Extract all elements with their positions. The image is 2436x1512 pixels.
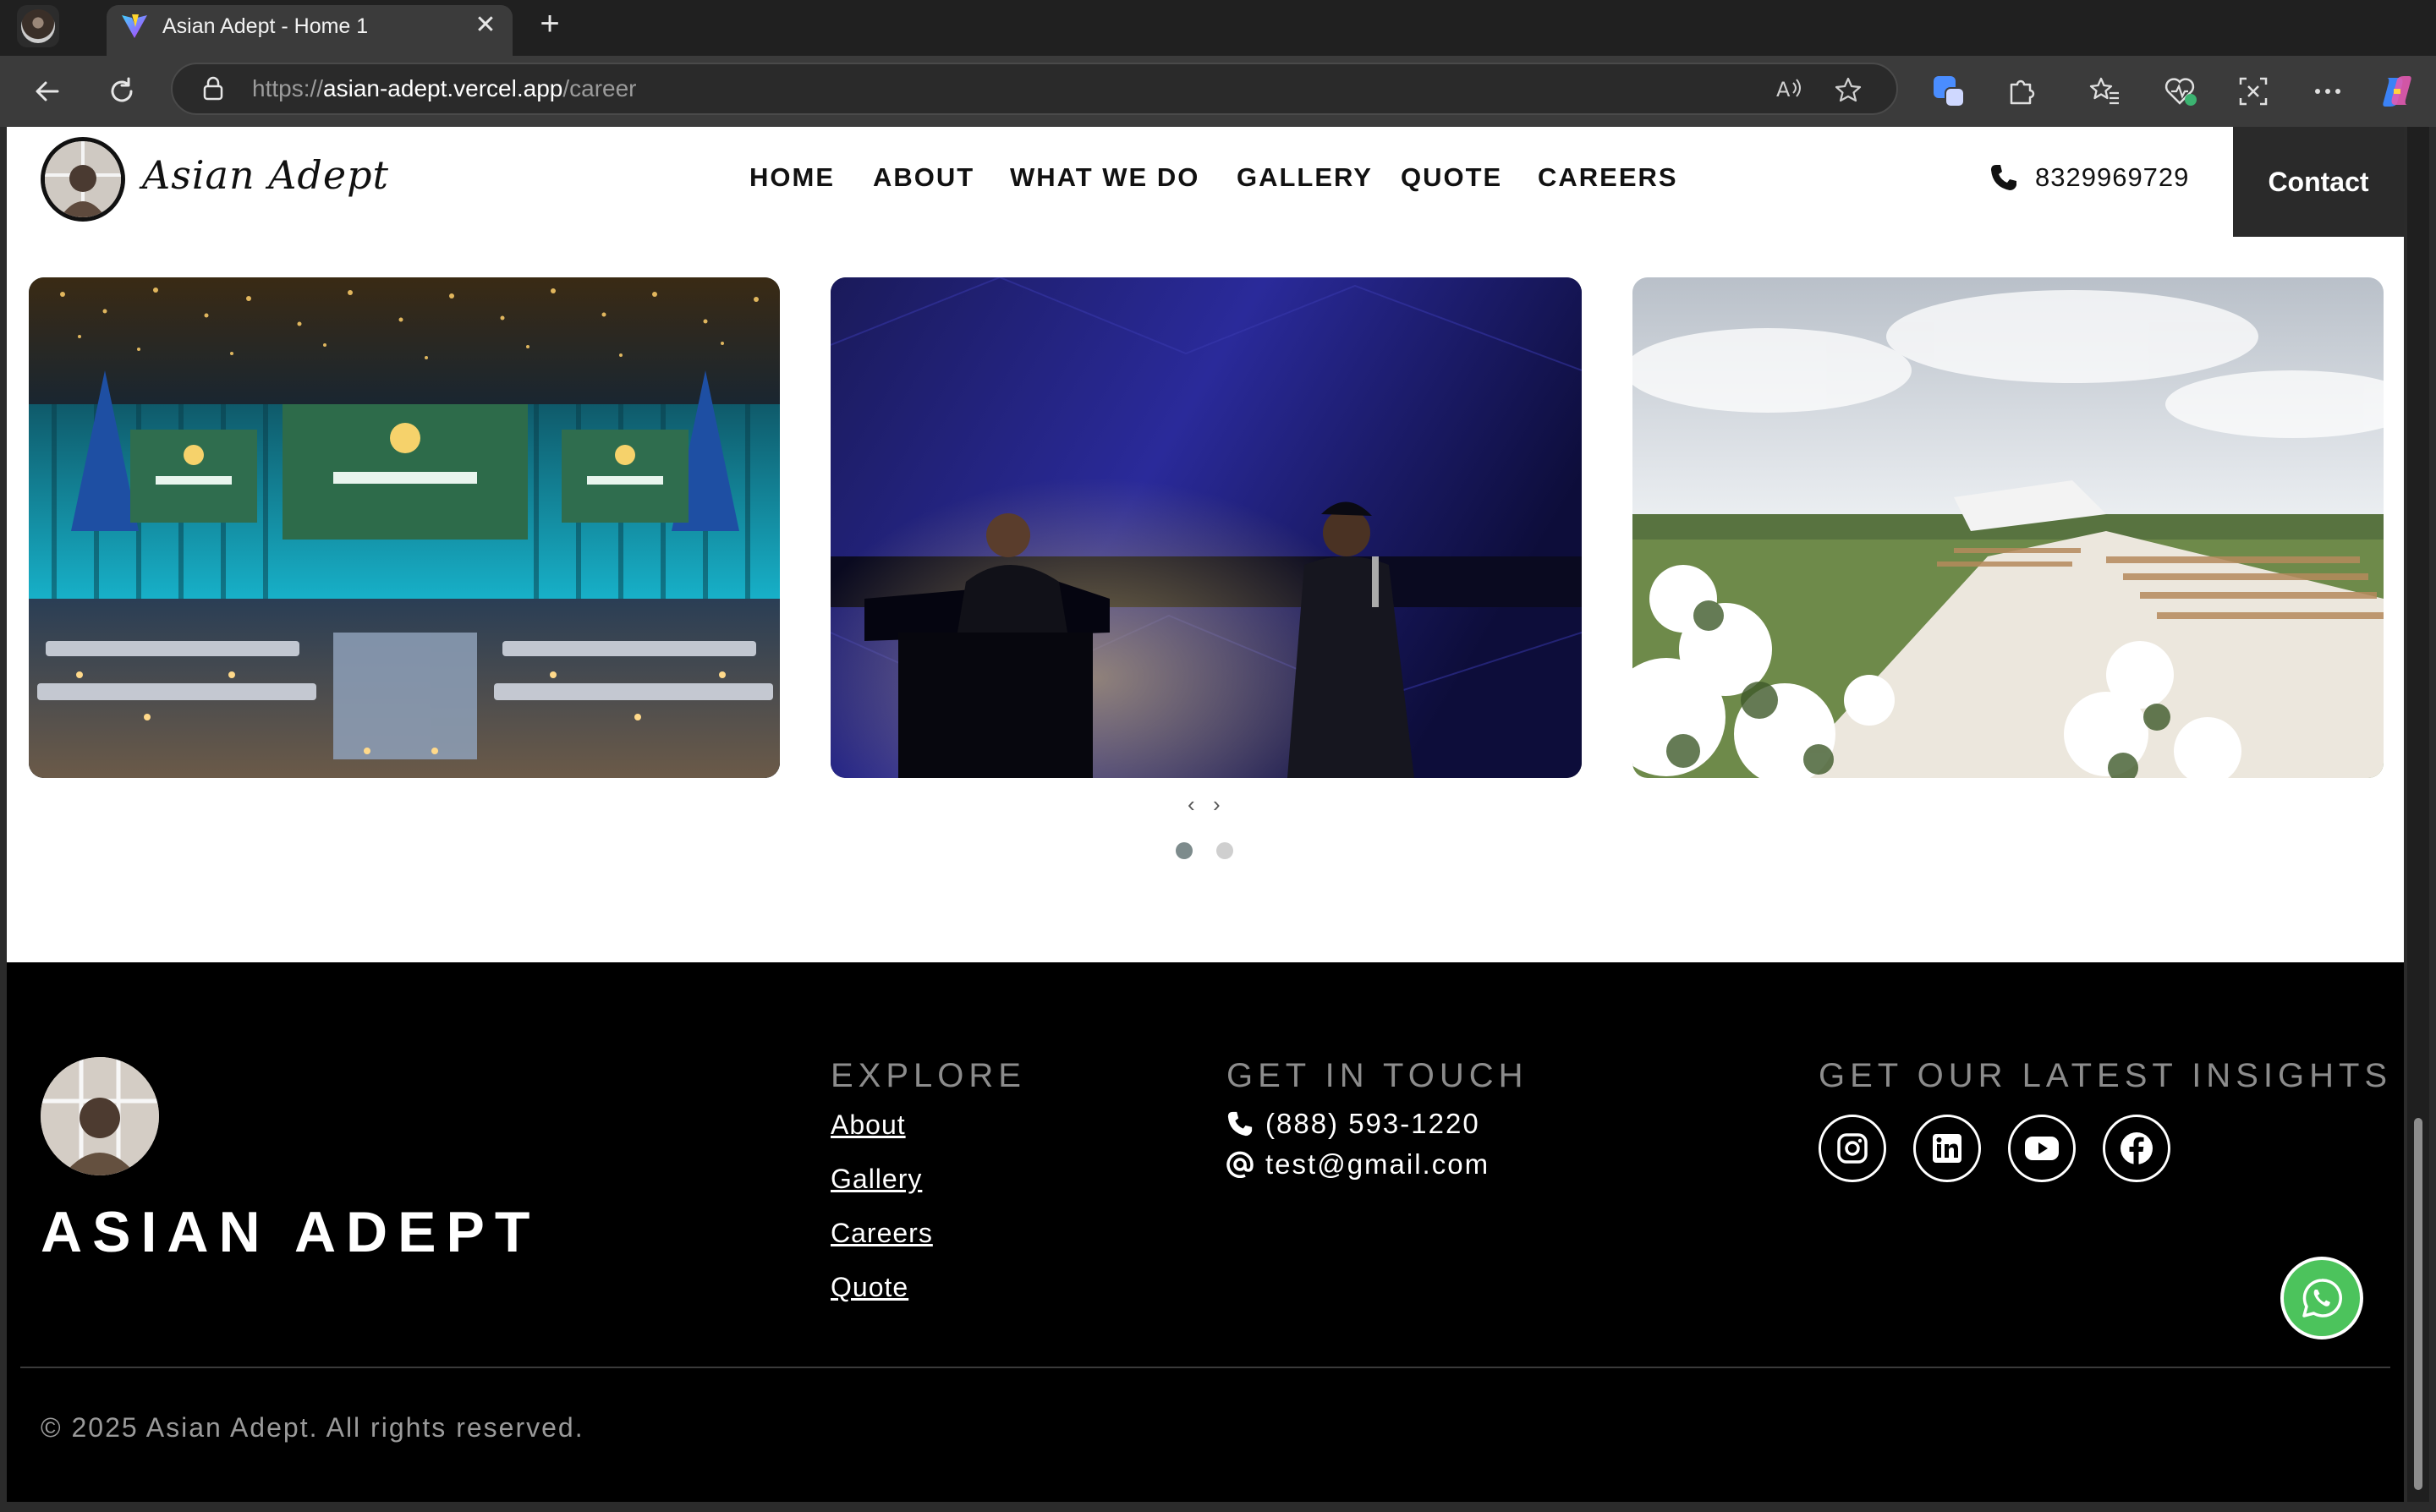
page-viewport: Asian Adept HOME ABOUT WHAT WE DO GALLER… [7, 127, 2404, 1502]
carousel-next-arrow[interactable]: › [1213, 792, 1221, 818]
carousel-dot-active[interactable] [1176, 842, 1193, 859]
scrollbar-thumb[interactable] [2414, 1118, 2422, 1490]
profile-picture [21, 9, 55, 43]
instagram-button[interactable] [1819, 1115, 1886, 1182]
footer-person-image [41, 1057, 159, 1175]
contact-button[interactable]: Contact [2233, 127, 2404, 237]
screenshot-icon[interactable] [2235, 73, 2272, 110]
new-tab-button[interactable]: + [531, 5, 568, 42]
address-bar[interactable]: https://asian-adept.vercel.app/career A [171, 63, 1898, 115]
favorites-icon[interactable] [2086, 73, 2123, 110]
header-phone-number: 8329969729 [2035, 162, 2190, 192]
whatsapp-icon [2302, 1279, 2342, 1318]
footer-logo-avatar [41, 1057, 159, 1175]
copilot-sidebar-icon[interactable] [1930, 73, 1967, 110]
site-footer: ASIAN ADEPT EXPLORE About Gallery Career… [7, 962, 2404, 1502]
copilot-icon[interactable] [2378, 73, 2416, 110]
logo-text[interactable]: Asian Adept [142, 152, 389, 198]
youtube-button[interactable] [2008, 1115, 2076, 1182]
nav-home[interactable]: HOME [749, 162, 835, 193]
url-path: /career [562, 75, 637, 101]
more-options-icon[interactable] [2309, 73, 2346, 110]
lock-icon[interactable] [201, 76, 225, 101]
facebook-button[interactable] [2103, 1115, 2170, 1182]
footer-email-address: test@gmail.com [1265, 1148, 1490, 1180]
facebook-icon [2121, 1132, 2153, 1164]
phone-icon [1227, 1111, 1253, 1137]
gallery-image-event-hall[interactable] [29, 277, 780, 778]
footer-divider [20, 1367, 2390, 1368]
explore-heading: EXPLORE [831, 1057, 1026, 1094]
close-tab-icon[interactable]: ✕ [470, 10, 501, 41]
refresh-icon[interactable] [103, 73, 140, 110]
youtube-icon [2025, 1137, 2059, 1160]
browser-essentials-icon[interactable] [2162, 73, 2199, 110]
carousel-dot[interactable] [1216, 842, 1233, 859]
url-host: asian-adept.vercel.app [323, 75, 563, 101]
event-hall-photo [29, 277, 780, 778]
nav-quote[interactable]: QUOTE [1401, 162, 1502, 193]
browser-tab-bar: Asian Adept - Home 1 ✕ + [0, 0, 2436, 56]
url-text[interactable]: https://asian-adept.vercel.app/career [252, 64, 637, 113]
linkedin-button[interactable] [1913, 1115, 1981, 1182]
concert-stage-photo [831, 277, 1582, 778]
gallery-image-concert[interactable] [831, 277, 1582, 778]
footer-link-about[interactable]: About [831, 1109, 906, 1141]
phone-icon [1991, 165, 2016, 190]
footer-phone[interactable]: (888) 593-1220 [1226, 1108, 1480, 1140]
page-scrollbar[interactable] [2407, 127, 2429, 1502]
logo-avatar[interactable] [41, 137, 125, 222]
back-icon[interactable] [29, 73, 66, 110]
outdoor-wedding-photo [1632, 277, 2384, 778]
footer-phone-number: (888) 593-1220 [1265, 1108, 1480, 1139]
instagram-icon [1837, 1133, 1868, 1164]
favorite-star-icon[interactable] [1834, 76, 1863, 103]
profile-avatar[interactable] [17, 5, 59, 47]
footer-link-careers[interactable]: Careers [831, 1218, 933, 1249]
footer-brand: ASIAN ADEPT [41, 1200, 540, 1264]
insights-heading: GET OUR LATEST INSIGHTS [1819, 1057, 2393, 1094]
nav-what-we-do[interactable]: WHAT WE DO [1010, 162, 1199, 193]
header-phone[interactable]: 8329969729 [1989, 162, 2189, 193]
site-header: Asian Adept HOME ABOUT WHAT WE DO GALLER… [7, 127, 2404, 237]
footer-link-quote[interactable]: Quote [831, 1272, 908, 1303]
extensions-icon[interactable] [2003, 73, 2040, 110]
svg-text:A: A [1776, 78, 1791, 101]
nav-about[interactable]: ABOUT [873, 162, 974, 193]
footer-link-gallery[interactable]: Gallery [831, 1164, 922, 1195]
carousel-prev-arrow[interactable]: ‹ [1188, 792, 1195, 818]
logo-person-image [45, 141, 121, 217]
vercel-favicon-icon [122, 14, 147, 38]
nav-gallery[interactable]: GALLERY [1237, 162, 1373, 193]
url-scheme: https:// [252, 75, 324, 101]
copyright-text: © 2025 Asian Adept. All rights reserved. [41, 1412, 584, 1443]
get-in-touch-heading: GET IN TOUCH [1226, 1057, 1528, 1094]
gallery-image-outdoor-wedding[interactable] [1632, 277, 2384, 778]
at-sign-icon [1226, 1151, 1254, 1178]
linkedin-icon [1933, 1134, 1961, 1163]
nav-careers[interactable]: CAREERS [1538, 162, 1678, 193]
read-aloud-icon[interactable]: A [1775, 76, 1803, 103]
whatsapp-button[interactable] [2280, 1257, 2363, 1339]
browser-toolbar: https://asian-adept.vercel.app/career A [0, 56, 2436, 127]
tab-title: Asian Adept - Home 1 [162, 14, 369, 38]
footer-email[interactable]: test@gmail.com [1226, 1148, 1490, 1181]
